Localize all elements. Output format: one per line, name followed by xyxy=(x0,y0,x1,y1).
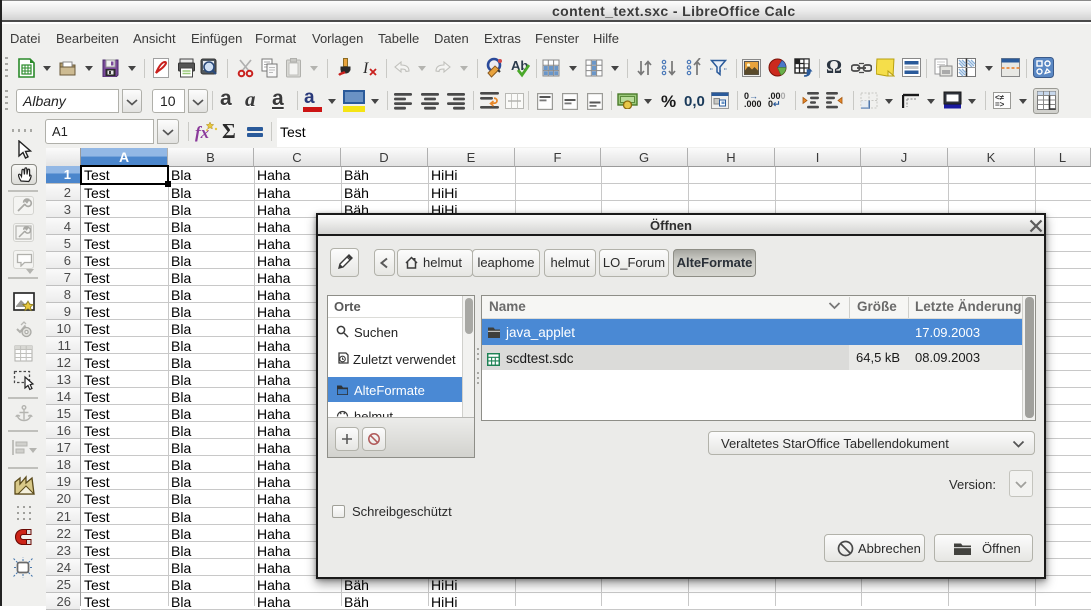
svg-text:=>: => xyxy=(995,100,1005,109)
svg-text:I: I xyxy=(362,60,369,77)
